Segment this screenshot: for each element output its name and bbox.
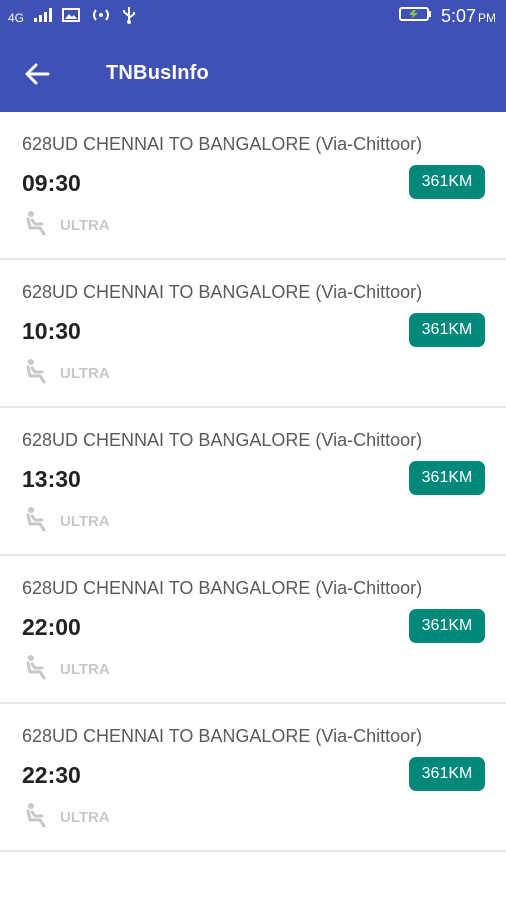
seat-icon [24, 210, 52, 240]
route-label: 628UD CHENNAI TO BANGALORE (Via-Chittoor… [22, 282, 423, 302]
seat-icon [24, 506, 52, 536]
status-bar: 4G 5:07 PM [0, 0, 506, 38]
route-label: 628UD CHENNAI TO BANGALORE (Via-Chittoor… [22, 726, 423, 746]
bus-type: ULTRA [24, 210, 110, 240]
bus-list-item[interactable]: 628UD CHENNAI TO BANGALORE (Via-Chittoor… [0, 112, 506, 260]
bus-type: ULTRA [24, 654, 110, 684]
usb-icon [122, 6, 136, 29]
distance-badge: 361KM [409, 165, 485, 199]
distance-badge: 361KM [409, 757, 485, 791]
bus-list-item[interactable]: 628UD CHENNAI TO BANGALORE (Via-Chittoor… [0, 704, 506, 852]
seat-icon [24, 358, 52, 388]
signal-icon [34, 8, 53, 27]
image-icon [62, 8, 81, 27]
departure-time: 22:00 [22, 614, 81, 640]
status-right: 5:07 PM [398, 6, 496, 27]
route-label: 628UD CHENNAI TO BANGALORE (Via-Chittoor… [22, 134, 423, 154]
bus-type-label: ULTRA [60, 364, 110, 382]
bus-type: ULTRA [24, 802, 110, 832]
back-button[interactable] [22, 61, 52, 91]
bus-list: 628UD CHENNAI TO BANGALORE (Via-Chittoor… [0, 112, 506, 852]
clock: 5:07 PM [441, 6, 496, 27]
departure-time: 09:30 [22, 170, 81, 196]
clock-ampm: PM [478, 11, 496, 25]
distance-badge: 361KM [409, 461, 485, 495]
departure-time: 22:30 [22, 762, 81, 788]
departure-time: 13:30 [22, 466, 81, 492]
arrow-back-icon [24, 63, 50, 90]
bus-type: ULTRA [24, 358, 110, 388]
bus-type-label: ULTRA [60, 808, 110, 826]
network-type-label: 4G [8, 10, 25, 25]
app-title: TNBusInfo [106, 62, 209, 84]
route-label: 628UD CHENNAI TO BANGALORE (Via-Chittoor… [22, 578, 423, 598]
clock-time: 5:07 [440, 6, 476, 26]
seat-icon [24, 802, 52, 832]
bus-type-label: ULTRA [60, 216, 110, 234]
hotspot-icon [90, 7, 112, 28]
bus-list-item[interactable]: 628UD CHENNAI TO BANGALORE (Via-Chittoor… [0, 260, 506, 408]
departure-time: 10:30 [22, 318, 81, 344]
bus-list-item[interactable]: 628UD CHENNAI TO BANGALORE (Via-Chittoor… [0, 556, 506, 704]
bus-type: ULTRA [24, 506, 110, 536]
bus-list-item[interactable]: 628UD CHENNAI TO BANGALORE (Via-Chittoor… [0, 408, 506, 556]
route-label: 628UD CHENNAI TO BANGALORE (Via-Chittoor… [22, 430, 423, 450]
bus-type-label: ULTRA [60, 660, 110, 678]
bus-type-label: ULTRA [60, 512, 110, 530]
distance-badge: 361KM [409, 313, 485, 347]
distance-badge: 361KM [409, 609, 485, 643]
seat-icon [24, 654, 52, 684]
status-left: 4G [8, 6, 136, 29]
battery-charging-icon [398, 6, 431, 27]
app-bar: TNBusInfo [0, 38, 506, 112]
